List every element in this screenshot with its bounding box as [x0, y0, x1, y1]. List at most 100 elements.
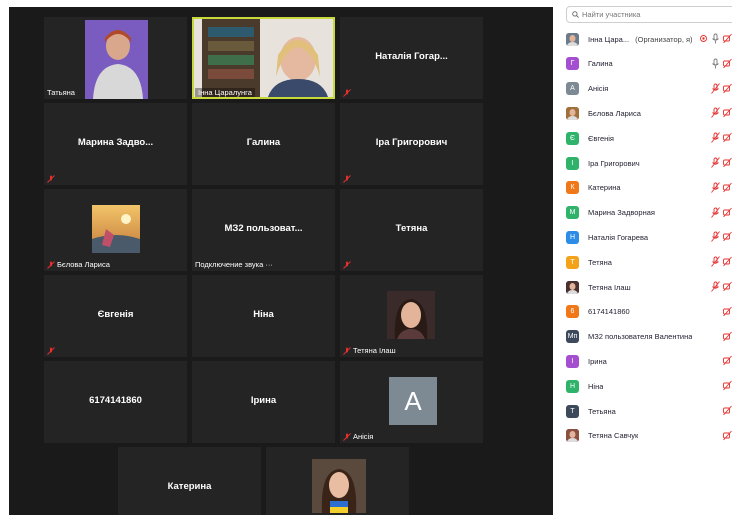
participant-status-icons [711, 182, 732, 193]
video-tile-anisiia[interactable]: A Анісія [340, 361, 483, 443]
participant-row[interactable]: Бєлова Лариса [566, 104, 732, 122]
participant-status-icons [723, 405, 732, 416]
video-off-icon[interactable] [723, 331, 732, 342]
participant-row[interactable]: Т Тетьяна [566, 402, 732, 420]
participant-avatar: І [566, 156, 579, 170]
muted-mic-icon[interactable] [711, 157, 720, 168]
participant-row[interactable]: 6 6174141860 [566, 303, 732, 321]
participant-name: Ірина [588, 356, 607, 366]
video-tile-phone[interactable]: 6174141860 [44, 361, 187, 443]
participant-avatar: Т [566, 404, 579, 418]
tile-name-label: Тетяна Ілаш [353, 346, 396, 355]
participant-video [194, 19, 333, 97]
participant-avatar: М [566, 206, 579, 220]
video-tile-ira[interactable]: Іра Григорович [340, 103, 483, 185]
participant-row[interactable]: Н Ніна [566, 377, 732, 395]
muted-mic-icon [47, 175, 55, 183]
participant-row[interactable]: Тетяна Ілаш [566, 278, 732, 296]
participant-row[interactable]: К Катерина [566, 179, 732, 197]
video-off-icon[interactable] [723, 58, 732, 69]
participant-row[interactable]: Тетяна Савчук [566, 427, 732, 445]
participant-row[interactable]: Є Євгенія [566, 129, 732, 147]
muted-mic-icon[interactable] [711, 107, 720, 119]
tile-participant-name: Катерина [167, 481, 212, 492]
participant-status-icons [723, 306, 732, 317]
participant-row[interactable]: Н Наталія Гогарева [566, 228, 732, 246]
video-tile-yevheniia[interactable]: Євгенія [44, 275, 187, 357]
tile-status: Тетяна Ілаш [343, 346, 396, 355]
video-off-icon[interactable] [723, 430, 732, 441]
video-off-icon[interactable] [723, 207, 732, 218]
tile-status: Анісія [343, 432, 373, 441]
video-tile-iryna[interactable]: Ірина [192, 361, 335, 443]
video-off-icon[interactable] [723, 306, 732, 317]
participant-name: Тетяна [588, 257, 612, 267]
tile-participant-name: Марина Задво... [77, 137, 154, 148]
video-off-icon[interactable] [723, 107, 732, 118]
tile-participant-name: Тетяна [395, 223, 428, 234]
video-tile-maryna[interactable]: Марина Задво... [44, 103, 187, 185]
participant-row[interactable]: A Анісія [566, 80, 732, 98]
tile-participant-name: Євгенія [97, 309, 134, 320]
video-off-icon[interactable] [723, 83, 732, 94]
tile-name-label: Бєлова Лариса [57, 260, 110, 269]
video-off-icon[interactable] [723, 256, 732, 267]
tile-audio-status: Подключение звука ··· [195, 260, 273, 269]
video-off-icon[interactable] [723, 33, 732, 44]
video-off-icon[interactable] [723, 281, 732, 292]
muted-mic-icon[interactable] [711, 132, 720, 143]
participant-name: Євгенія [588, 133, 614, 143]
video-tile-nina[interactable]: Ніна [192, 275, 335, 357]
tile-participant-name: Ніна [253, 309, 274, 320]
participant-search[interactable] [566, 6, 732, 23]
participant-avatar: A [566, 82, 579, 96]
participant-row[interactable]: І Іра Григорович [566, 154, 732, 172]
participant-avatar: К [566, 181, 579, 195]
video-tile-savchuk[interactable] [266, 447, 409, 515]
video-tile-galina[interactable]: Галина [192, 103, 335, 185]
mic-icon[interactable] [711, 33, 720, 44]
muted-mic-icon[interactable] [711, 82, 720, 94]
video-off-icon[interactable] [723, 380, 732, 391]
participant-role: (Организатор, я) [635, 34, 693, 44]
muted-mic-icon[interactable] [711, 182, 720, 193]
participants-panel: Інна Цара... (Организатор, я) Г Галина A Аніс… [560, 0, 732, 517]
participant-search-input[interactable] [582, 10, 712, 19]
video-off-icon[interactable] [723, 182, 732, 193]
participant-name: Іра Григорович [588, 158, 640, 168]
participant-name: Галина [588, 59, 613, 69]
video-tile-kateryna[interactable]: Катерина [118, 447, 261, 515]
participant-row[interactable]: Г Галина [566, 55, 732, 73]
mic-icon[interactable] [711, 58, 720, 69]
tile-participant-name: Наталія Гогар... [375, 51, 448, 62]
video-off-icon[interactable] [723, 231, 732, 242]
video-tile-bielova[interactable]: Бєлова Лариса [44, 189, 187, 271]
video-off-icon[interactable] [723, 157, 732, 168]
video-off-icon[interactable] [723, 355, 732, 366]
participant-row[interactable]: Мп МЗ2 пользователя Валентина [566, 328, 732, 346]
video-tile-tatyana[interactable]: Татьяна [44, 17, 187, 99]
video-tile-natalia[interactable]: Наталія Гогар... [340, 17, 483, 99]
muted-mic-icon[interactable] [711, 231, 720, 243]
video-off-icon[interactable] [723, 405, 732, 416]
participant-status-icons [711, 256, 732, 267]
video-tile-mz2[interactable]: МЗ2 пользоват... Подключение звука ··· [192, 189, 335, 271]
video-tile-inna[interactable]: Інна Царалунга [192, 17, 335, 99]
video-off-icon[interactable] [723, 132, 732, 143]
muted-mic-icon [343, 432, 351, 441]
tile-status: Бєлова Лариса [47, 260, 110, 269]
participant-avatar [566, 429, 579, 443]
muted-mic-icon[interactable] [711, 256, 720, 267]
video-tile-ilash[interactable]: Тетяна Ілаш [340, 275, 483, 357]
participant-row[interactable]: Інна Цара... (Организатор, я) [566, 30, 732, 48]
muted-mic-icon[interactable] [711, 281, 720, 292]
participant-row[interactable]: М Марина Задворная [566, 204, 732, 222]
muted-mic-icon[interactable] [711, 206, 720, 218]
participant-name: Катерина [588, 183, 621, 193]
participant-row[interactable]: Т Тетяна [566, 253, 732, 271]
tile-name-label: Інна Царалунга [195, 88, 255, 97]
tile-participant-name: МЗ2 пользоват... [224, 223, 303, 234]
video-tile-tetyana[interactable]: Тетяна [340, 189, 483, 271]
participant-row[interactable]: І Ірина [566, 352, 732, 370]
participant-status-icons [699, 33, 732, 44]
